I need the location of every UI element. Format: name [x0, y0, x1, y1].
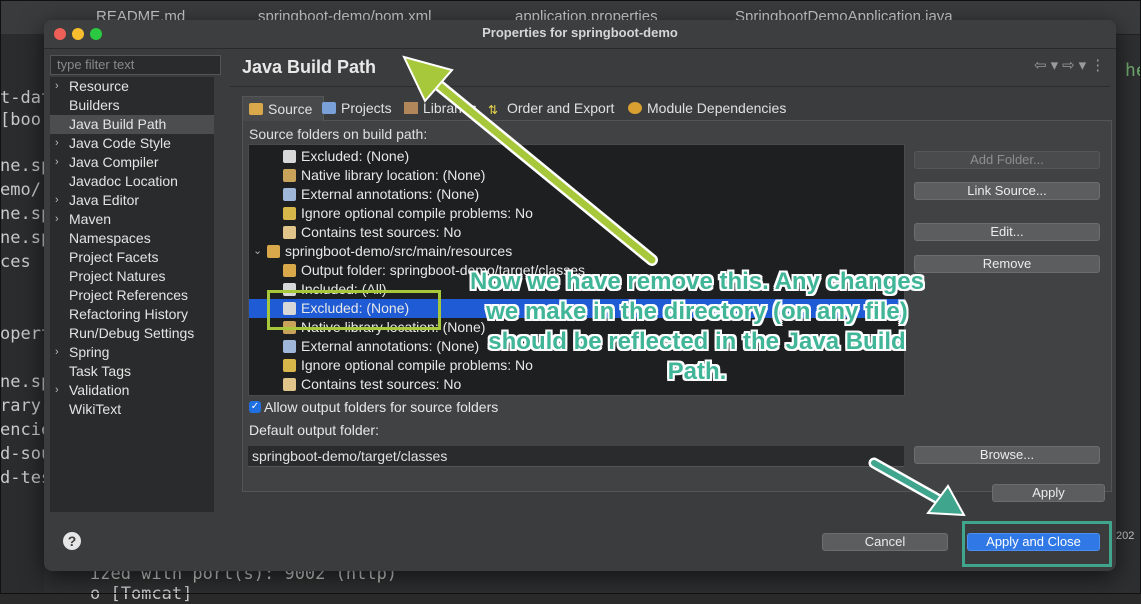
annotation-text: Now we have remove this. Any changes we … [470, 268, 924, 385]
arrow-to-title [426, 74, 656, 264]
arrow-to-apply-close [871, 460, 948, 506]
